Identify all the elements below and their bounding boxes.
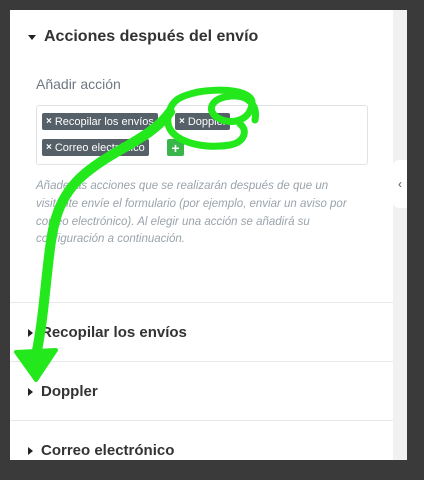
chevron-left-icon: ‹ (398, 177, 402, 191)
help-text: Añade las acciones que se realizarán des… (36, 180, 347, 246)
caret-right-icon (28, 387, 33, 396)
divider (10, 302, 393, 303)
remove-icon[interactable]: × (46, 142, 52, 153)
caret-right-icon (28, 446, 33, 455)
caret-right-icon (28, 328, 33, 337)
tag-correo: × Correo electrónico (42, 139, 149, 156)
tag-recopilar: × Recopilar los envíos (42, 113, 158, 130)
tag-label: Correo electrónico (54, 141, 145, 154)
section-header-actions[interactable]: Acciones después del envío (28, 28, 258, 46)
remove-icon[interactable]: × (46, 116, 52, 127)
divider (10, 361, 393, 362)
section-header-recopilar[interactable]: Recopilar los envíos (28, 324, 187, 341)
add-action-label: Añadir acción (36, 76, 121, 92)
remove-icon[interactable]: × (179, 116, 185, 127)
section-title: Recopilar los envíos (41, 324, 187, 341)
section-title: Correo electrónico (41, 442, 175, 459)
panel-edge (393, 10, 407, 460)
caret-down-icon (28, 34, 36, 40)
tag-doppler: × Doppler (175, 113, 231, 130)
section-title: Acciones después del envío (44, 28, 259, 45)
add-action-button[interactable]: + (167, 139, 184, 156)
tag-label: Recopilar los envíos (54, 115, 154, 128)
tag-label: Doppler (187, 115, 227, 128)
section-header-correo[interactable]: Correo electrónico (28, 442, 174, 459)
divider (10, 420, 393, 421)
section-header-doppler[interactable]: Doppler (28, 383, 98, 400)
section-title: Doppler (41, 383, 98, 400)
plus-icon: + (171, 139, 180, 156)
collapse-panel-button[interactable]: ‹ (393, 160, 407, 208)
